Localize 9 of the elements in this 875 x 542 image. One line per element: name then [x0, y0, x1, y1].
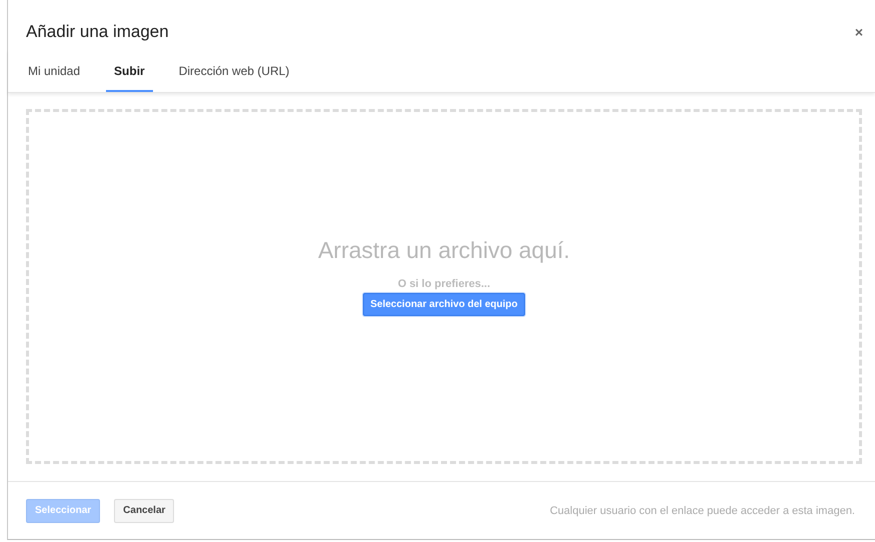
cancel-button[interactable]: Cancelar	[114, 498, 174, 522]
tab[interactable]: Mi unidad	[20, 64, 88, 92]
close-button[interactable]: ×	[852, 24, 865, 40]
drop-hint: O si lo prefieres...	[398, 278, 490, 290]
sharing-note: Cualquier usuario con el enlace puede acceder a esta imagen.	[550, 504, 855, 516]
dialog-title: Añadir una imagen	[26, 22, 169, 42]
tab[interactable]: Dirección web (URL)	[170, 64, 298, 92]
tab[interactable]: Subir	[106, 64, 153, 92]
drop-heading: Arrastra un archivo aquí.	[318, 237, 570, 264]
